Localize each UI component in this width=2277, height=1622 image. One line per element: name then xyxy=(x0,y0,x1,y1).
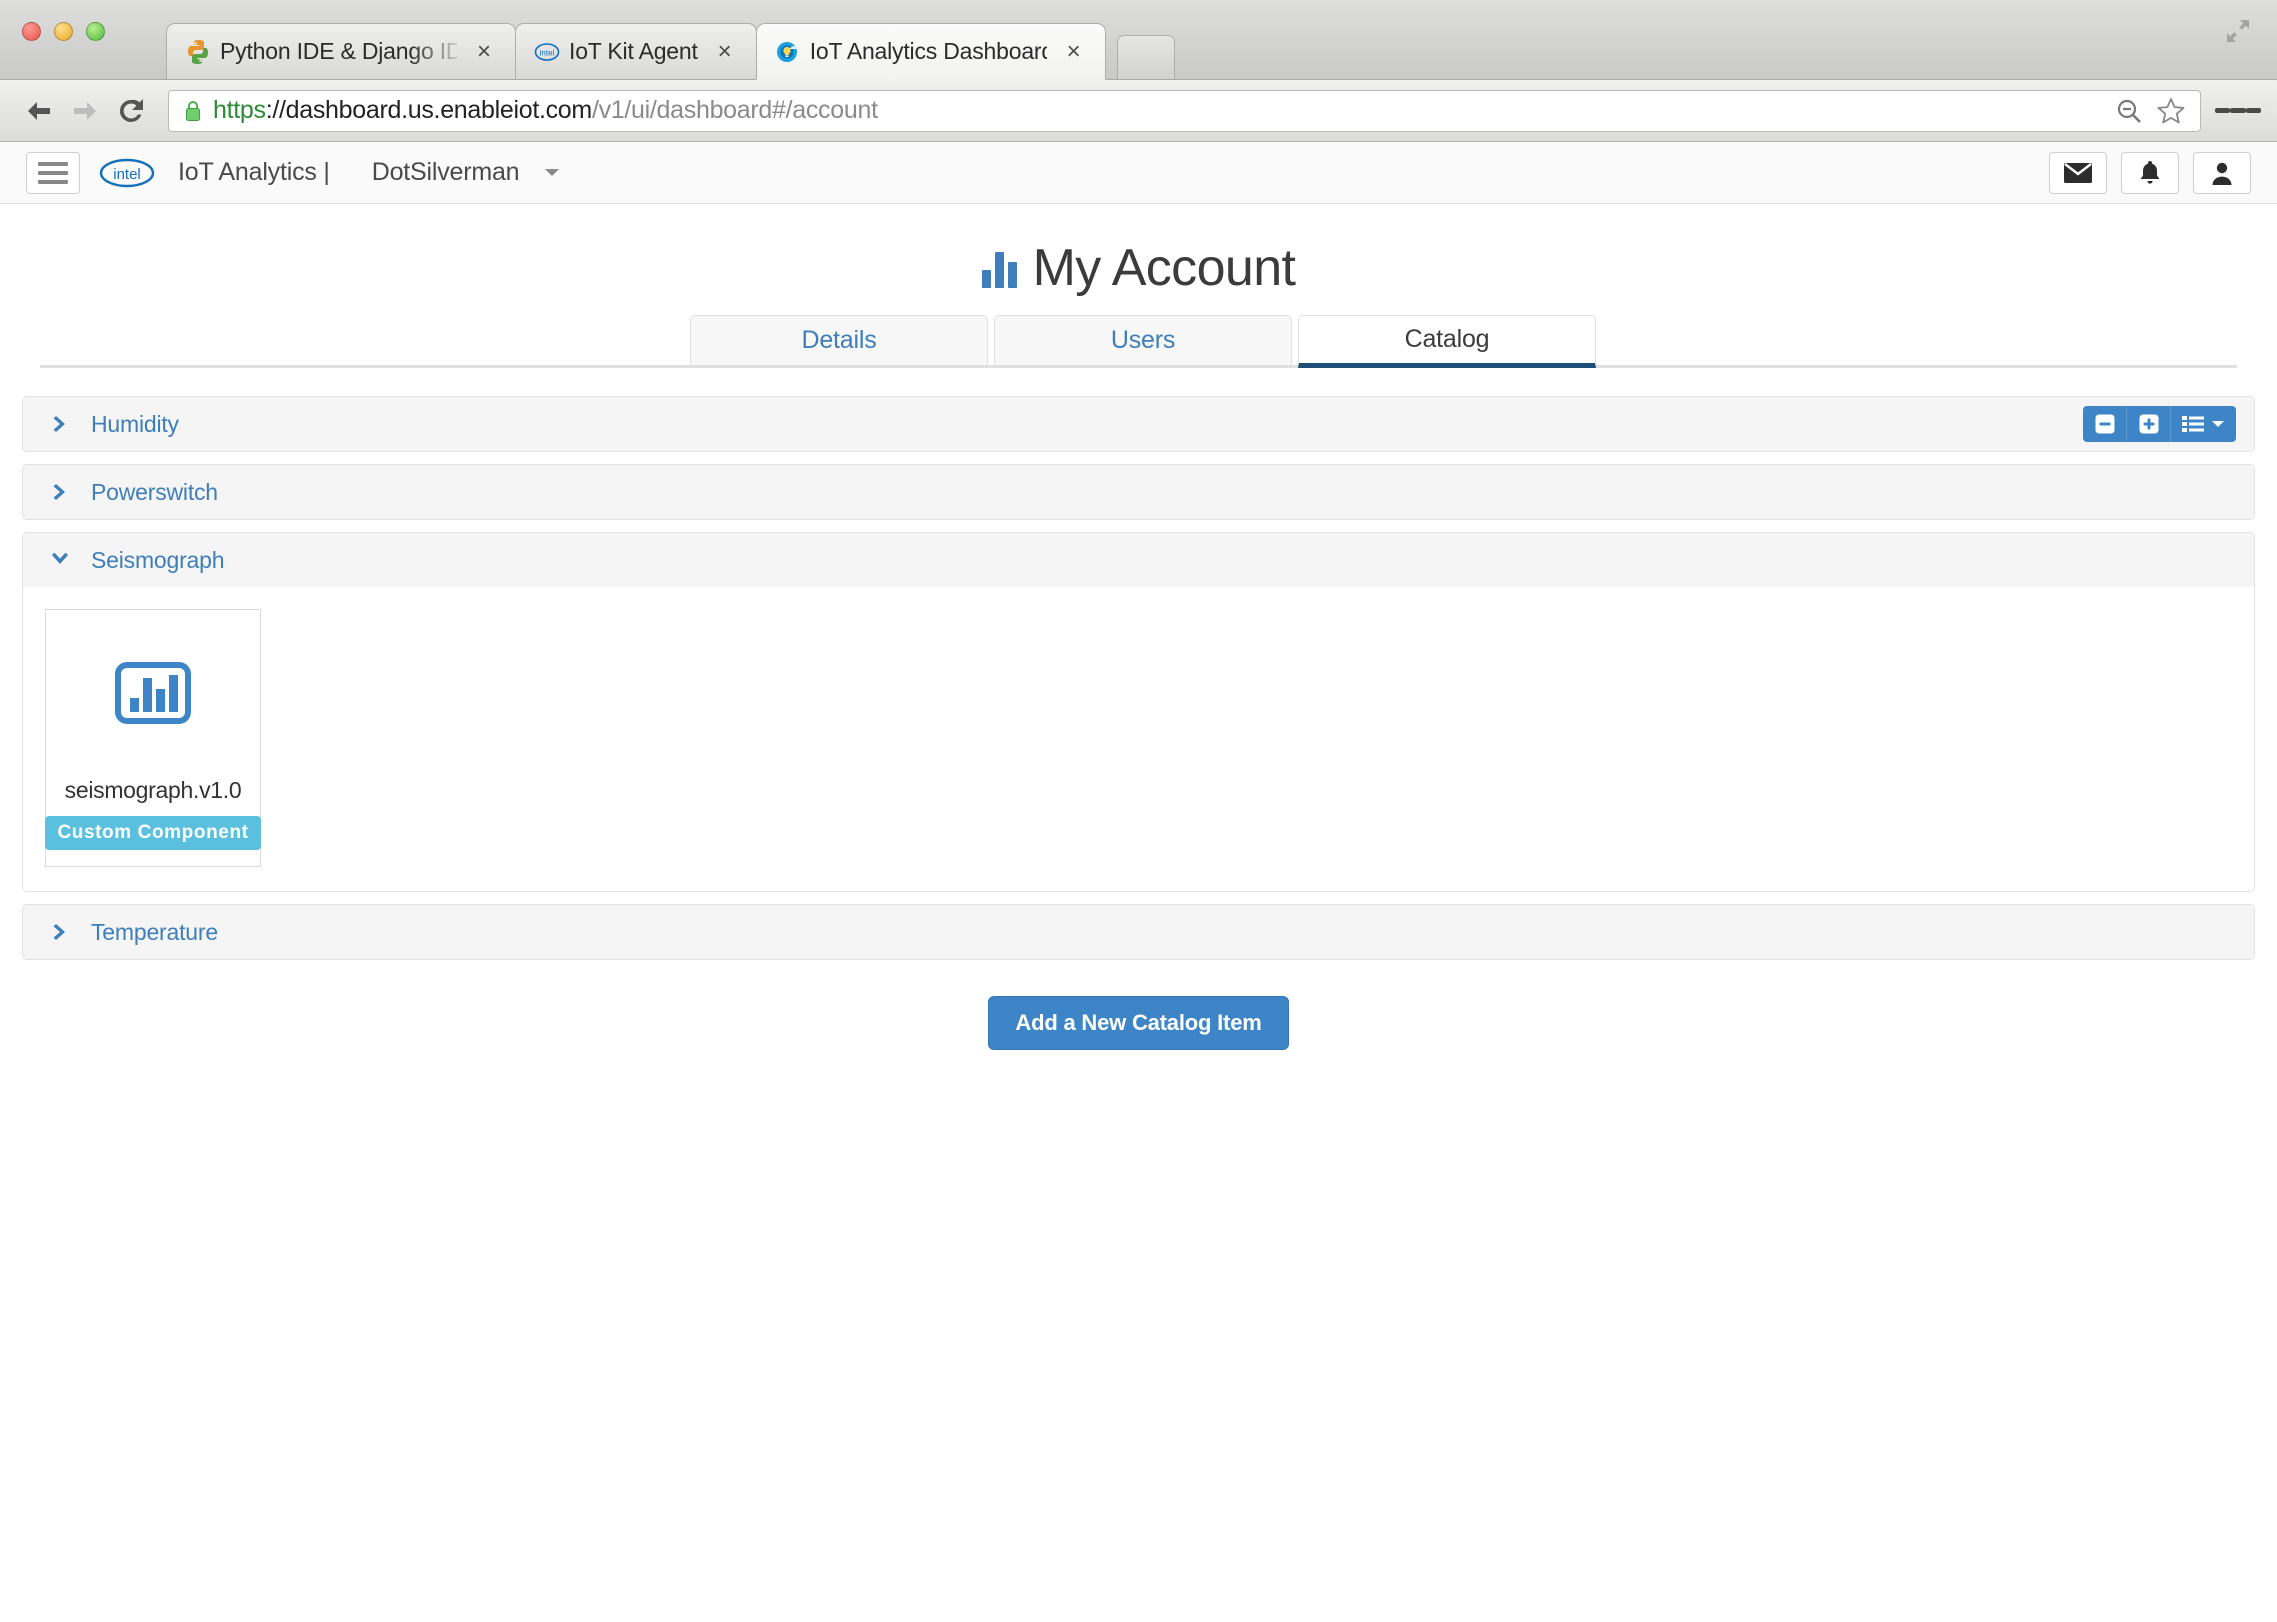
caret-down-icon xyxy=(2212,421,2224,427)
browser-tab-title: Python IDE & Django IDE fo xyxy=(220,38,457,64)
application: intel IoT Analytics | DotSilverman My Ac… xyxy=(0,142,2277,1050)
browser-tab-active[interactable]: IoT Analytics Dashboard × xyxy=(755,23,1106,80)
chevron-right-icon[interactable] xyxy=(49,481,71,503)
catalog-panel-temperature: Temperature xyxy=(22,904,2255,960)
hamburger-menu-icon[interactable] xyxy=(2215,88,2261,134)
svg-text:intel: intel xyxy=(540,48,555,57)
panel-header[interactable]: Powerswitch xyxy=(23,465,2254,519)
messages-button[interactable] xyxy=(2049,151,2107,194)
panel-header[interactable]: Seismograph xyxy=(23,533,2254,587)
tab-label: Details xyxy=(801,326,877,354)
close-icon[interactable]: × xyxy=(471,38,497,65)
chevron-down-icon[interactable] xyxy=(545,169,560,176)
zoom-out-search-icon[interactable] xyxy=(2114,96,2144,126)
tab-label: Users xyxy=(1110,326,1176,354)
browser-chrome: Python IDE & Django IDE fo × intel IoT K… xyxy=(0,0,2277,142)
reload-icon[interactable] xyxy=(108,88,154,134)
catalog-toolbar xyxy=(2083,406,2236,442)
ssl-lock-icon xyxy=(183,99,203,123)
chevron-right-icon[interactable] xyxy=(49,413,71,435)
new-tab-button[interactable] xyxy=(1116,35,1175,79)
window-zoom-button[interactable] xyxy=(86,22,105,41)
address-bar[interactable]: https://dashboard.us.enableiot.com/v1/ui… xyxy=(168,89,2201,132)
chevron-right-icon[interactable] xyxy=(49,921,71,943)
browser-navbar: https://dashboard.us.enableiot.com/v1/ui… xyxy=(0,80,2277,142)
sidebar-toggle-button[interactable] xyxy=(26,151,80,194)
browser-tab-title: IoT Kit Agent xyxy=(569,38,698,64)
iot-bulb-favicon xyxy=(775,39,801,65)
bar-chart-icon xyxy=(981,248,1017,288)
catalog-actions: Add a New Catalog Item xyxy=(22,972,2255,1050)
chevron-down-icon[interactable] xyxy=(49,549,71,571)
browser-tab[interactable]: intel IoT Kit Agent × xyxy=(515,23,757,79)
panel-body: seismograph.v1.0 Custom Component xyxy=(23,587,2254,891)
svg-text:intel: intel xyxy=(113,166,141,183)
url-separator: :// xyxy=(265,96,286,124)
address-bar-text[interactable]: https://dashboard.us.enableiot.com/v1/ui… xyxy=(213,96,2114,125)
catalog-item-card[interactable]: seismograph.v1.0 Custom Component xyxy=(45,609,261,867)
tab-users[interactable]: Users xyxy=(994,315,1292,365)
catalog-content: Humidity Powerswitch Seismograph seismog… xyxy=(0,368,2277,1050)
window-close-button[interactable] xyxy=(22,22,41,41)
app-user-label[interactable]: DotSilverman xyxy=(372,158,520,187)
panel-header[interactable]: Humidity xyxy=(23,397,2254,451)
intel-favicon: intel xyxy=(534,39,560,65)
page-title-text: My Account xyxy=(1032,239,1296,297)
star-bookmark-icon[interactable] xyxy=(2156,96,2186,126)
browser-tab-strip: Python IDE & Django IDE fo × intel IoT K… xyxy=(0,0,2277,80)
app-brand-label[interactable]: IoT Analytics | xyxy=(178,158,330,187)
tab-catalog[interactable]: Catalog xyxy=(1298,315,1596,368)
fullscreen-expand-icon[interactable] xyxy=(2221,14,2255,48)
close-icon[interactable]: × xyxy=(1061,38,1087,65)
browser-tab[interactable]: Python IDE & Django IDE fo × xyxy=(166,23,516,79)
panel-header[interactable]: Temperature xyxy=(23,905,2254,959)
expand-all-button[interactable] xyxy=(2127,406,2171,442)
url-scheme: https xyxy=(213,96,266,124)
catalog-item-name: seismograph.v1.0 xyxy=(64,777,242,803)
catalog-panel-seismograph: Seismograph seismograph.v1.0 Custom Comp… xyxy=(22,532,2255,892)
notifications-button[interactable] xyxy=(2121,151,2179,194)
catalog-panel-powerswitch: Powerswitch xyxy=(22,464,2255,520)
status-badge: Custom Component xyxy=(45,816,261,850)
collapse-all-button[interactable] xyxy=(2083,406,2127,442)
panel-title: Powerswitch xyxy=(91,478,218,505)
python-favicon xyxy=(185,39,211,65)
url-host: dashboard.us.enableiot.com xyxy=(285,96,593,124)
bar-chart-component-icon xyxy=(115,662,191,729)
tab-details[interactable]: Details xyxy=(690,315,988,365)
panel-title: Humidity xyxy=(91,410,179,437)
panel-title: Seismograph xyxy=(91,546,225,573)
page-title: My Account xyxy=(981,238,1296,298)
catalog-panel-humidity: Humidity xyxy=(22,396,2255,452)
tab-label: Catalog xyxy=(1404,325,1490,353)
url-path: /v1/ui/dashboard#/account xyxy=(591,96,878,124)
browser-tab-title: IoT Analytics Dashboard xyxy=(809,38,1047,64)
account-tabs: Details Users Catalog xyxy=(0,315,2277,368)
back-arrow-icon[interactable] xyxy=(16,88,62,134)
view-options-button[interactable] xyxy=(2171,406,2236,442)
window-controls[interactable] xyxy=(22,22,105,41)
panel-title: Temperature xyxy=(91,918,218,945)
intel-logo: intel xyxy=(98,156,156,190)
close-icon[interactable]: × xyxy=(712,38,738,65)
account-button[interactable] xyxy=(2193,151,2251,194)
app-header: intel IoT Analytics | DotSilverman xyxy=(0,142,2277,204)
forward-arrow-icon[interactable] xyxy=(62,88,108,134)
page-title-area: My Account xyxy=(0,204,2277,298)
add-catalog-item-button[interactable]: Add a New Catalog Item xyxy=(988,996,1289,1050)
window-minimize-button[interactable] xyxy=(54,22,73,41)
